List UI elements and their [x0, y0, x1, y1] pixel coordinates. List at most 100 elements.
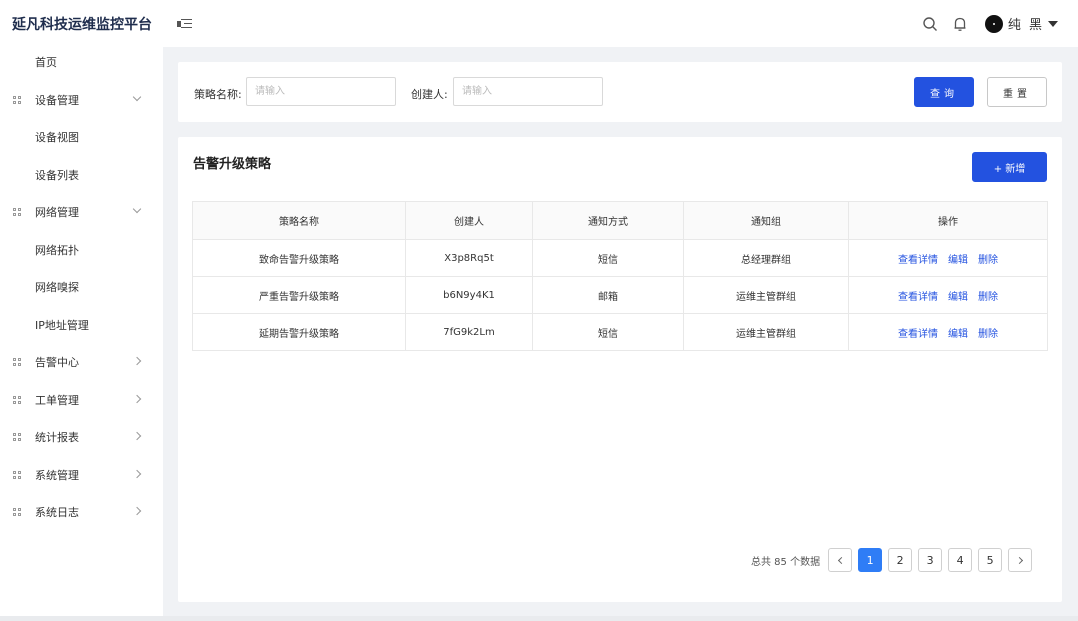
table-row: 延期告警升级策略 7fG9k2Lm 短信 运维主管群组 查看详情 编辑 删除: [192, 313, 1048, 351]
add-button[interactable]: + 新增: [972, 152, 1047, 182]
grid-icon: [13, 95, 22, 105]
sidebar-item[interactable]: 系统日志: [0, 497, 163, 527]
chevron-right-icon: [1015, 556, 1023, 564]
sidebar-item-label: 系统管理: [35, 468, 79, 482]
cell-creator: b6N9y4K1: [405, 276, 533, 314]
query-button[interactable]: 查询: [914, 77, 974, 107]
user-menu[interactable]: 纯 黑: [984, 14, 1058, 33]
sidebar-item[interactable]: 设备视图: [0, 122, 163, 152]
sidebar-item-label: 网络管理: [35, 206, 79, 219]
card-title: 告警升级策略: [193, 157, 272, 172]
sidebar-item-label: 设备列表: [35, 168, 79, 182]
view-details-link[interactable]: 查看详情: [898, 292, 938, 303]
grid-icon: [13, 433, 22, 442]
sidebar-item[interactable]: 网络嗅探: [0, 272, 163, 302]
cell-actions: 查看详情 编辑 删除: [848, 239, 1048, 277]
username: 纯 黑: [1007, 18, 1044, 33]
view-details-link[interactable]: 查看详情: [898, 255, 938, 266]
sidebar-item[interactable]: 告警中心: [0, 347, 163, 377]
bell-icon[interactable]: [951, 15, 969, 33]
policy-table: 策略名称 创建人 通知方式 通知组 操作 致命告警升级策略 X3p8Rq5t 短信总…: [192, 201, 1048, 351]
cell-method: 短信: [532, 239, 684, 277]
cell-group: 运维主管群组: [683, 276, 849, 314]
sidebar-item-label: 告警中心: [35, 356, 79, 369]
sidebar-item-label: 统计报表: [35, 431, 79, 444]
cell-method: 短信: [532, 313, 684, 351]
sidebar-item[interactable]: IP地址管理: [0, 310, 163, 340]
sidebar-item-label: 工单管理: [35, 393, 79, 407]
sidebar-item[interactable]: 工单管理: [0, 385, 163, 415]
sidebar-item-label: 设备视图: [35, 131, 79, 144]
chevron-down-icon: [132, 92, 142, 101]
sidebar: 首页设备管理设备视图设备列表网络管理网络拓扑网络嗅探 IP地址管理 告警中心工单管理…: [0, 47, 163, 616]
sidebar-item[interactable]: 设备管理: [0, 85, 163, 115]
view-details-link[interactable]: 查看详情: [898, 329, 938, 340]
bottom-strip: [0, 616, 1078, 621]
avatar: [984, 14, 1003, 33]
sidebar-item-label: 系统日志: [35, 506, 79, 519]
page-button[interactable]: 5: [978, 548, 1003, 572]
col-header-creator: 创建人: [405, 201, 533, 240]
sidebar-item[interactable]: 网络管理: [0, 197, 163, 227]
sidebar-item[interactable]: 网络拓扑: [0, 235, 163, 265]
cell-name: 延期告警升级策略: [192, 313, 406, 351]
search-card: 策略名称: 创建人: 查询 重置: [178, 62, 1062, 122]
pagination-total: 总共 85 个数据: [751, 556, 821, 568]
prev-page-button[interactable]: [828, 548, 853, 572]
grid-icon: [13, 470, 22, 480]
cell-creator: 7fG9k2Lm: [405, 313, 533, 351]
sidebar-item-label: 设备管理: [35, 93, 79, 107]
sidebar-item[interactable]: 统计报表: [0, 422, 163, 452]
cell-group: 总经理群组: [683, 239, 849, 277]
cell-actions: 查看详情 编辑 删除: [848, 313, 1048, 351]
policy-name-input[interactable]: [246, 77, 396, 106]
top-header: 延凡科技运维监控平台 纯 黑: [0, 0, 1078, 47]
table-card: 告警升级策略 + 新增 策略名称 创建人 通知方式 通知组 操作 致命告警升级策…: [178, 137, 1062, 602]
page-button[interactable]: 4: [948, 548, 973, 572]
grid-icon: [13, 358, 22, 367]
reset-button[interactable]: 重置: [987, 77, 1047, 107]
creator-input[interactable]: [453, 77, 603, 106]
cell-name: 严重告警升级策略: [192, 276, 406, 314]
pagination: 总共 85 个数据 12345: [751, 548, 1033, 572]
chevron-right-icon: [132, 356, 142, 366]
next-page-button[interactable]: [1008, 548, 1033, 572]
cell-group: 运维主管群组: [683, 313, 849, 351]
col-header-group: 通知组: [683, 201, 849, 240]
caret-down-icon: [1048, 20, 1058, 27]
chevron-right-icon: [132, 394, 142, 403]
search-icon[interactable]: [921, 15, 939, 33]
table-header-row: 策略名称 创建人 通知方式 通知组 操作: [192, 201, 1048, 240]
table-row: 严重告警升级策略 b6N9y4K1 邮箱 运维主管群组 查看详情 编辑 删除: [192, 276, 1048, 314]
chevron-left-icon: [837, 556, 845, 564]
cell-method: 邮箱: [532, 276, 684, 314]
delete-link[interactable]: 删除: [978, 329, 998, 340]
table-row: 致命告警升级策略 X3p8Rq5t 短信 总经理群组 查看详情 编辑 删除: [192, 239, 1048, 277]
col-header-method: 通知方式: [532, 201, 684, 240]
sidebar-item[interactable]: 系统管理: [0, 460, 163, 490]
creator-label: 创建人:: [411, 88, 448, 101]
edit-link[interactable]: 编辑: [948, 329, 968, 340]
edit-link[interactable]: 编辑: [948, 255, 968, 266]
col-header-actions: 操作: [848, 201, 1048, 240]
page-button[interactable]: 2: [888, 548, 913, 572]
sidebar-item-label: IP地址管理: [35, 318, 89, 332]
cell-creator: X3p8Rq5t: [405, 239, 533, 277]
col-header-name: 策略名称: [192, 201, 406, 240]
sidebar-item-label: 首页: [35, 56, 57, 69]
edit-link[interactable]: 编辑: [948, 292, 968, 303]
delete-link[interactable]: 删除: [978, 292, 998, 303]
sidebar-item-label: 网络嗅探: [35, 281, 79, 294]
delete-link[interactable]: 删除: [978, 255, 998, 266]
sidebar-item[interactable]: 设备列表: [0, 160, 163, 190]
chevron-right-icon: [132, 506, 142, 516]
menu-collapse-icon[interactable]: [177, 17, 193, 31]
chevron-down-icon: [132, 204, 142, 214]
page-button[interactable]: 1: [858, 548, 883, 572]
page-button[interactable]: 3: [918, 548, 943, 572]
grid-icon: [13, 508, 22, 517]
policy-name-label: 策略名称:: [194, 88, 242, 101]
sidebar-item[interactable]: 首页: [0, 47, 163, 77]
chevron-right-icon: [132, 469, 142, 478]
cell-actions: 查看详情 编辑 删除: [848, 276, 1048, 314]
